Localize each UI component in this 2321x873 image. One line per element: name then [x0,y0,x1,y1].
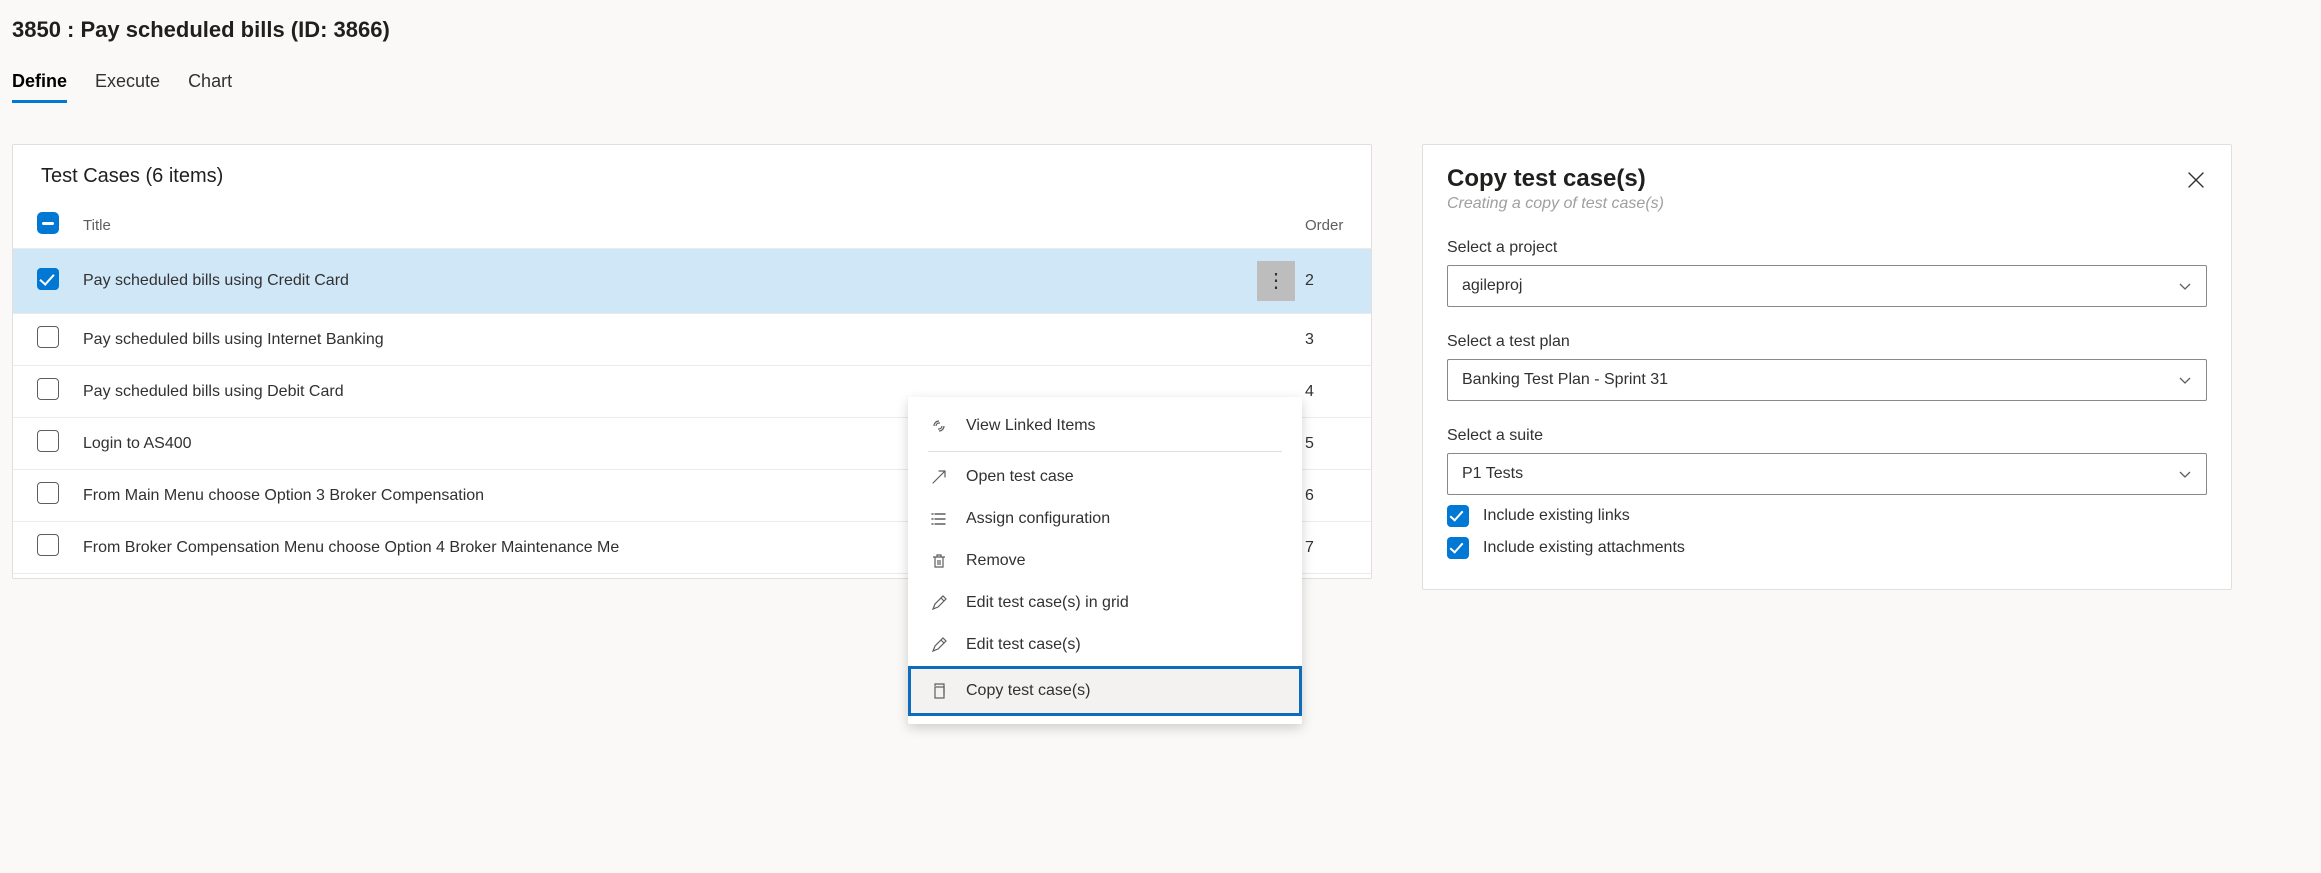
menu-label: Assign configuration [966,510,1110,528]
row-order: 5 [1301,418,1371,470]
copy-test-case-panel: Copy test case(s) Creating a copy of tes… [1422,144,2232,590]
menu-label: Remove [966,552,1026,570]
plan-select[interactable]: Banking Test Plan - Sprint 31 [1447,359,2207,401]
menu-remove[interactable]: Remove [908,540,1302,582]
include-attachments-checkbox[interactable] [1447,537,1469,559]
column-title[interactable]: Title [83,202,1251,249]
close-icon [2187,171,2205,189]
menu-assign-configuration[interactable]: Assign configuration [908,498,1302,540]
row-order: 6 [1301,470,1371,522]
suite-label: Select a suite [1447,427,2207,445]
menu-label: View Linked Items [966,417,1096,435]
panel-title: Copy test case(s) [1447,165,2207,193]
open-icon [930,468,948,486]
table-row[interactable]: Pay scheduled bills using Credit Card 2 [13,249,1371,314]
tab-chart[interactable]: Chart [188,71,232,103]
project-label: Select a project [1447,239,2207,257]
row-title: Pay scheduled bills using Credit Card [83,249,1251,314]
menu-open-test-case[interactable]: Open test case [908,456,1302,498]
list-icon [930,510,948,528]
table-header-row: Title Order [13,202,1371,249]
row-order: 3 [1301,314,1371,366]
context-menu: View Linked Items Open test case Assign … [908,397,1302,724]
menu-label: Copy test case(s) [966,682,1090,700]
menu-label: Open test case [966,468,1074,486]
close-button[interactable] [2181,165,2211,195]
suite-value: P1 Tests [1462,465,1523,483]
test-cases-heading: Test Cases (6 items) [13,145,1371,202]
row-checkbox[interactable] [37,482,59,504]
tab-execute[interactable]: Execute [95,71,160,103]
more-icon [1266,279,1286,283]
column-order[interactable]: Order [1301,202,1371,249]
row-actions-button[interactable] [1257,261,1295,301]
select-all-checkbox[interactable] [37,212,59,234]
chevron-down-icon [2178,467,2192,481]
chevron-down-icon [2178,279,2192,293]
include-attachments-label: Include existing attachments [1483,539,1685,557]
suite-select[interactable]: P1 Tests [1447,453,2207,495]
menu-separator [928,451,1282,452]
row-checkbox[interactable] [37,378,59,400]
table-row[interactable]: Pay scheduled bills using Internet Banki… [13,314,1371,366]
row-title: Pay scheduled bills using Internet Banki… [83,314,1251,366]
menu-label: Edit test case(s) in grid [966,594,1129,612]
project-value: agileproj [1462,277,1522,295]
menu-label: Edit test case(s) [966,636,1081,654]
row-checkbox[interactable] [37,268,59,290]
edit-icon [930,594,948,612]
project-select[interactable]: agileproj [1447,265,2207,307]
row-checkbox[interactable] [37,430,59,452]
include-links-label: Include existing links [1483,507,1630,525]
row-order: 7 [1301,522,1371,574]
copy-icon [930,682,948,700]
menu-view-linked-items[interactable]: View Linked Items [908,405,1302,447]
row-checkbox[interactable] [37,534,59,556]
row-checkbox[interactable] [37,326,59,348]
row-order: 2 [1301,249,1371,314]
menu-copy-test-cases[interactable]: Copy test case(s) [908,666,1302,716]
page-title: 3850 : Pay scheduled bills (ID: 3866) [0,0,2321,43]
menu-edit-test-cases[interactable]: Edit test case(s) [908,624,1302,666]
plan-value: Banking Test Plan - Sprint 31 [1462,371,1668,389]
tab-bar: Define Execute Chart [0,43,2321,104]
panel-subtitle: Creating a copy of test case(s) [1447,195,2207,213]
menu-edit-in-grid[interactable]: Edit test case(s) in grid [908,582,1302,624]
include-links-checkbox[interactable] [1447,505,1469,527]
chevron-down-icon [2178,373,2192,387]
row-order: 4 [1301,366,1371,418]
link-icon [930,417,948,435]
edit-icon [930,636,948,654]
tab-define[interactable]: Define [12,71,67,103]
trash-icon [930,552,948,570]
plan-label: Select a test plan [1447,333,2207,351]
